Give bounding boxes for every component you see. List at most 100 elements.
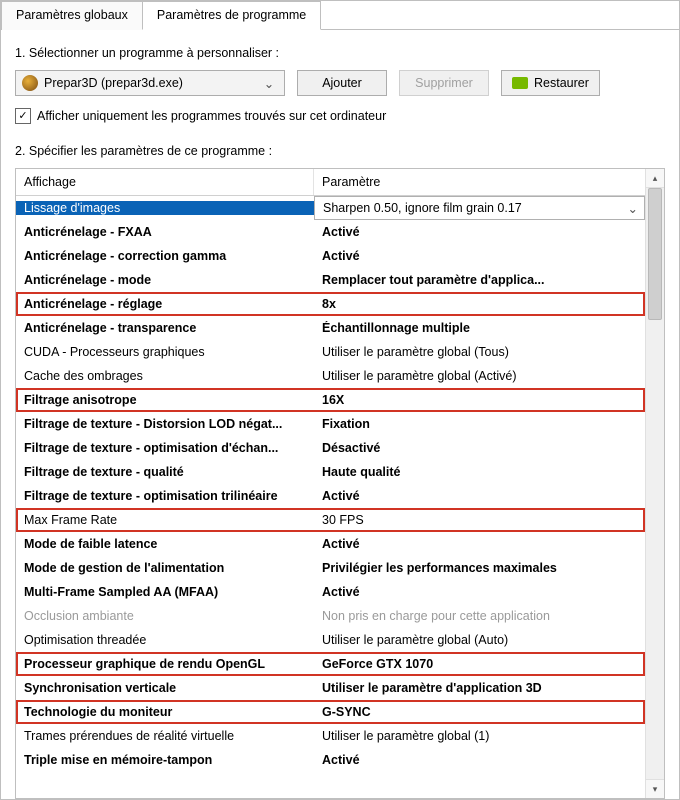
setting-name: Filtrage anisotrope	[16, 393, 314, 407]
table-row[interactable]: Anticrénelage - correction gammaActivé	[16, 244, 645, 268]
scroll-down-icon[interactable]: ▾	[646, 779, 664, 798]
setting-value[interactable]: Utiliser le paramètre global (Tous)	[314, 345, 645, 359]
setting-name: Filtrage de texture - optimisation d'éch…	[16, 441, 314, 455]
add-button[interactable]: Ajouter	[297, 70, 387, 96]
program-icon	[22, 75, 38, 91]
setting-value[interactable]: Désactivé	[314, 441, 645, 455]
setting-name: Filtrage de texture - qualité	[16, 465, 314, 479]
setting-value[interactable]: G-SYNC	[314, 705, 645, 719]
setting-value[interactable]: 16X	[314, 393, 645, 407]
setting-value[interactable]: Activé	[314, 225, 645, 239]
setting-value[interactable]: Privilégier les performances maximales	[314, 561, 645, 575]
setting-value[interactable]: Haute qualité	[314, 465, 645, 479]
setting-name: Anticrénelage - correction gamma	[16, 249, 314, 263]
program-select[interactable]: Prepar3D (prepar3d.exe) ⌄	[15, 70, 285, 96]
step1-label: 1. Sélectionner un programme à personnal…	[15, 46, 665, 60]
table-row[interactable]: Synchronisation verticaleUtiliser le par…	[16, 676, 645, 700]
table-row[interactable]: Filtrage de texture - optimisation d'éch…	[16, 436, 645, 460]
setting-value[interactable]: Activé	[314, 249, 645, 263]
table-row[interactable]: Technologie du moniteurG-SYNC	[16, 700, 645, 724]
table-row[interactable]: Anticrénelage - transparenceÉchantillonn…	[16, 316, 645, 340]
setting-value[interactable]: 8x	[314, 297, 645, 311]
table-row[interactable]: Triple mise en mémoire-tamponActivé	[16, 748, 645, 772]
setting-value[interactable]: 30 FPS	[314, 513, 645, 527]
setting-name: Occlusion ambiante	[16, 609, 314, 623]
setting-value[interactable]: Utiliser le paramètre global (Auto)	[314, 633, 645, 647]
scroll-thumb[interactable]	[648, 188, 662, 320]
tab-bar: Paramètres globaux Paramètres de program…	[1, 1, 679, 30]
table-row[interactable]: Filtrage de texture - optimisation trili…	[16, 484, 645, 508]
table-row[interactable]: Anticrénelage - réglage8x	[16, 292, 645, 316]
setting-name: Cache des ombrages	[16, 369, 314, 383]
setting-value-dropdown[interactable]: Sharpen 0.50, ignore film grain 0.17⌄	[314, 196, 645, 220]
setting-value[interactable]: Échantillonnage multiple	[314, 321, 645, 335]
setting-name: Optimisation threadée	[16, 633, 314, 647]
table-row[interactable]: Anticrénelage - modeRemplacer tout param…	[16, 268, 645, 292]
step2-label: 2. Spécifier les paramètres de ce progra…	[15, 144, 665, 158]
table-body: Lissage d'imagesSharpen 0.50, ignore fil…	[16, 196, 645, 798]
setting-value[interactable]: Utiliser le paramètre global (Activé)	[314, 369, 645, 383]
setting-value[interactable]: Activé	[314, 537, 645, 551]
setting-name: Multi-Frame Sampled AA (MFAA)	[16, 585, 314, 599]
table-row[interactable]: Filtrage de texture - Distorsion LOD nég…	[16, 412, 645, 436]
nvidia-icon	[512, 77, 528, 89]
remove-button: Supprimer	[399, 70, 489, 96]
setting-name: Mode de gestion de l'alimentation	[16, 561, 314, 575]
setting-name: Filtrage de texture - optimisation trili…	[16, 489, 314, 503]
setting-name: Anticrénelage - réglage	[16, 297, 314, 311]
table-row[interactable]: Filtrage de texture - qualitéHaute quali…	[16, 460, 645, 484]
table-row[interactable]: Occlusion ambianteNon pris en charge pou…	[16, 604, 645, 628]
setting-value[interactable]: Remplacer tout paramètre d'applica...	[314, 273, 645, 287]
setting-name: Synchronisation verticale	[16, 681, 314, 695]
table-row[interactable]: Mode de gestion de l'alimentationPrivilé…	[16, 556, 645, 580]
table-row[interactable]: CUDA - Processeurs graphiquesUtiliser le…	[16, 340, 645, 364]
filter-checkbox-row: ✓ Afficher uniquement les programmes tro…	[15, 108, 665, 124]
table-row[interactable]: Anticrénelage - FXAAActivé	[16, 220, 645, 244]
setting-value[interactable]: Activé	[314, 585, 645, 599]
filter-checkbox[interactable]: ✓	[15, 108, 31, 124]
table-header: Affichage Paramètre	[16, 169, 645, 196]
panel-body: 1. Sélectionner un programme à personnal…	[1, 30, 679, 799]
setting-name: Lissage d'images	[16, 201, 314, 215]
setting-name: Anticrénelage - mode	[16, 273, 314, 287]
tab-program[interactable]: Paramètres de programme	[142, 1, 321, 30]
restore-button-label: Restaurer	[534, 76, 589, 90]
table-row[interactable]: Trames prérendues de réalité virtuelleUt…	[16, 724, 645, 748]
setting-value[interactable]: Fixation	[314, 417, 645, 431]
table-row[interactable]: Optimisation threadéeUtiliser le paramèt…	[16, 628, 645, 652]
tab-global[interactable]: Paramètres globaux	[1, 1, 143, 30]
settings-panel: Paramètres globaux Paramètres de program…	[0, 0, 680, 800]
setting-name: Processeur graphique de rendu OpenGL	[16, 657, 314, 671]
scroll-up-icon[interactable]: ▴	[646, 169, 664, 188]
scrollbar[interactable]: ▴ ▾	[645, 169, 664, 798]
setting-value[interactable]: Activé	[314, 489, 645, 503]
table-row[interactable]: Max Frame Rate30 FPS	[16, 508, 645, 532]
setting-name: Triple mise en mémoire-tampon	[16, 753, 314, 767]
table-row[interactable]: Cache des ombragesUtiliser le paramètre …	[16, 364, 645, 388]
table-row[interactable]: Mode de faible latenceActivé	[16, 532, 645, 556]
setting-name: Anticrénelage - FXAA	[16, 225, 314, 239]
settings-table: Affichage Paramètre Lissage d'imagesShar…	[15, 168, 665, 799]
restore-button[interactable]: Restaurer	[501, 70, 600, 96]
filter-checkbox-label: Afficher uniquement les programmes trouv…	[37, 109, 386, 123]
chevron-down-icon: ⌄	[626, 201, 640, 216]
scroll-track[interactable]	[646, 188, 664, 779]
table-row[interactable]: Lissage d'imagesSharpen 0.50, ignore fil…	[16, 196, 645, 220]
program-select-text: Prepar3D (prepar3d.exe)	[44, 76, 260, 90]
setting-name: Mode de faible latence	[16, 537, 314, 551]
setting-name: Trames prérendues de réalité virtuelle	[16, 729, 314, 743]
chevron-down-icon: ⌄	[260, 76, 278, 91]
table-row[interactable]: Processeur graphique de rendu OpenGLGeFo…	[16, 652, 645, 676]
setting-value[interactable]: Utiliser le paramètre d'application 3D	[314, 681, 645, 695]
setting-value[interactable]: Non pris en charge pour cette applicatio…	[314, 609, 645, 623]
setting-value[interactable]: Utiliser le paramètre global (1)	[314, 729, 645, 743]
header-affichage[interactable]: Affichage	[16, 169, 314, 195]
setting-name: Filtrage de texture - Distorsion LOD nég…	[16, 417, 314, 431]
header-parametre[interactable]: Paramètre	[314, 169, 645, 195]
table-row[interactable]: Filtrage anisotrope16X	[16, 388, 645, 412]
setting-name: CUDA - Processeurs graphiques	[16, 345, 314, 359]
table-row[interactable]: Multi-Frame Sampled AA (MFAA)Activé	[16, 580, 645, 604]
setting-value[interactable]: Activé	[314, 753, 645, 767]
setting-value[interactable]: GeForce GTX 1070	[314, 657, 645, 671]
setting-value: Sharpen 0.50, ignore film grain 0.17	[323, 201, 626, 215]
